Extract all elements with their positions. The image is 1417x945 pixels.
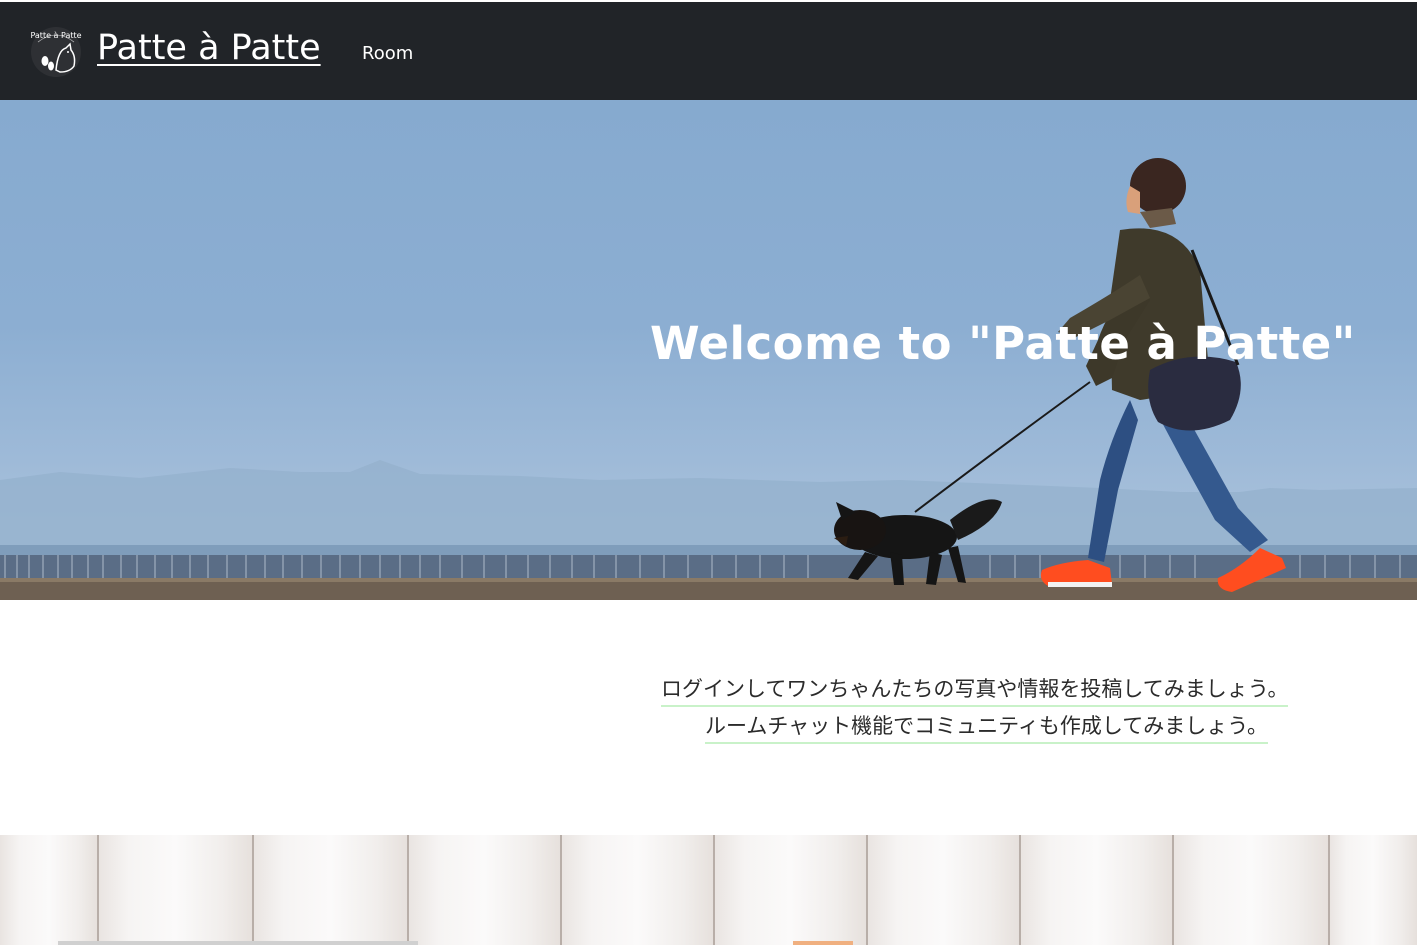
svg-text:Patte à Patte: Patte à Patte [30, 31, 81, 40]
intro-text-line-2: ルームチャット機能でコミュニティも作成してみましょう。 [705, 710, 1269, 744]
top-navbar: Patte à Patte Patte à Patte Room [0, 0, 1417, 100]
hero-banner: Welcome to "Patte à Patte" [0, 100, 1417, 600]
intro-text-line-1: ログインしてワンちゃんたちの写真や情報を投稿してみましょう。 [661, 673, 1289, 707]
nav-link-room[interactable]: Room [362, 42, 413, 66]
brand-logo-icon[interactable]: Patte à Patte [30, 26, 82, 78]
wood-planks-background [0, 835, 1417, 945]
intro-section: ログインしてワンちゃんたちの写真や情報を投稿してみましょう。 ルームチャット機能… [0, 600, 1417, 835]
wood-texture-section [0, 835, 1417, 945]
brand-home-link[interactable]: Patte à Patte [97, 24, 321, 72]
hero-title: Welcome to "Patte à Patte" [650, 317, 1356, 370]
